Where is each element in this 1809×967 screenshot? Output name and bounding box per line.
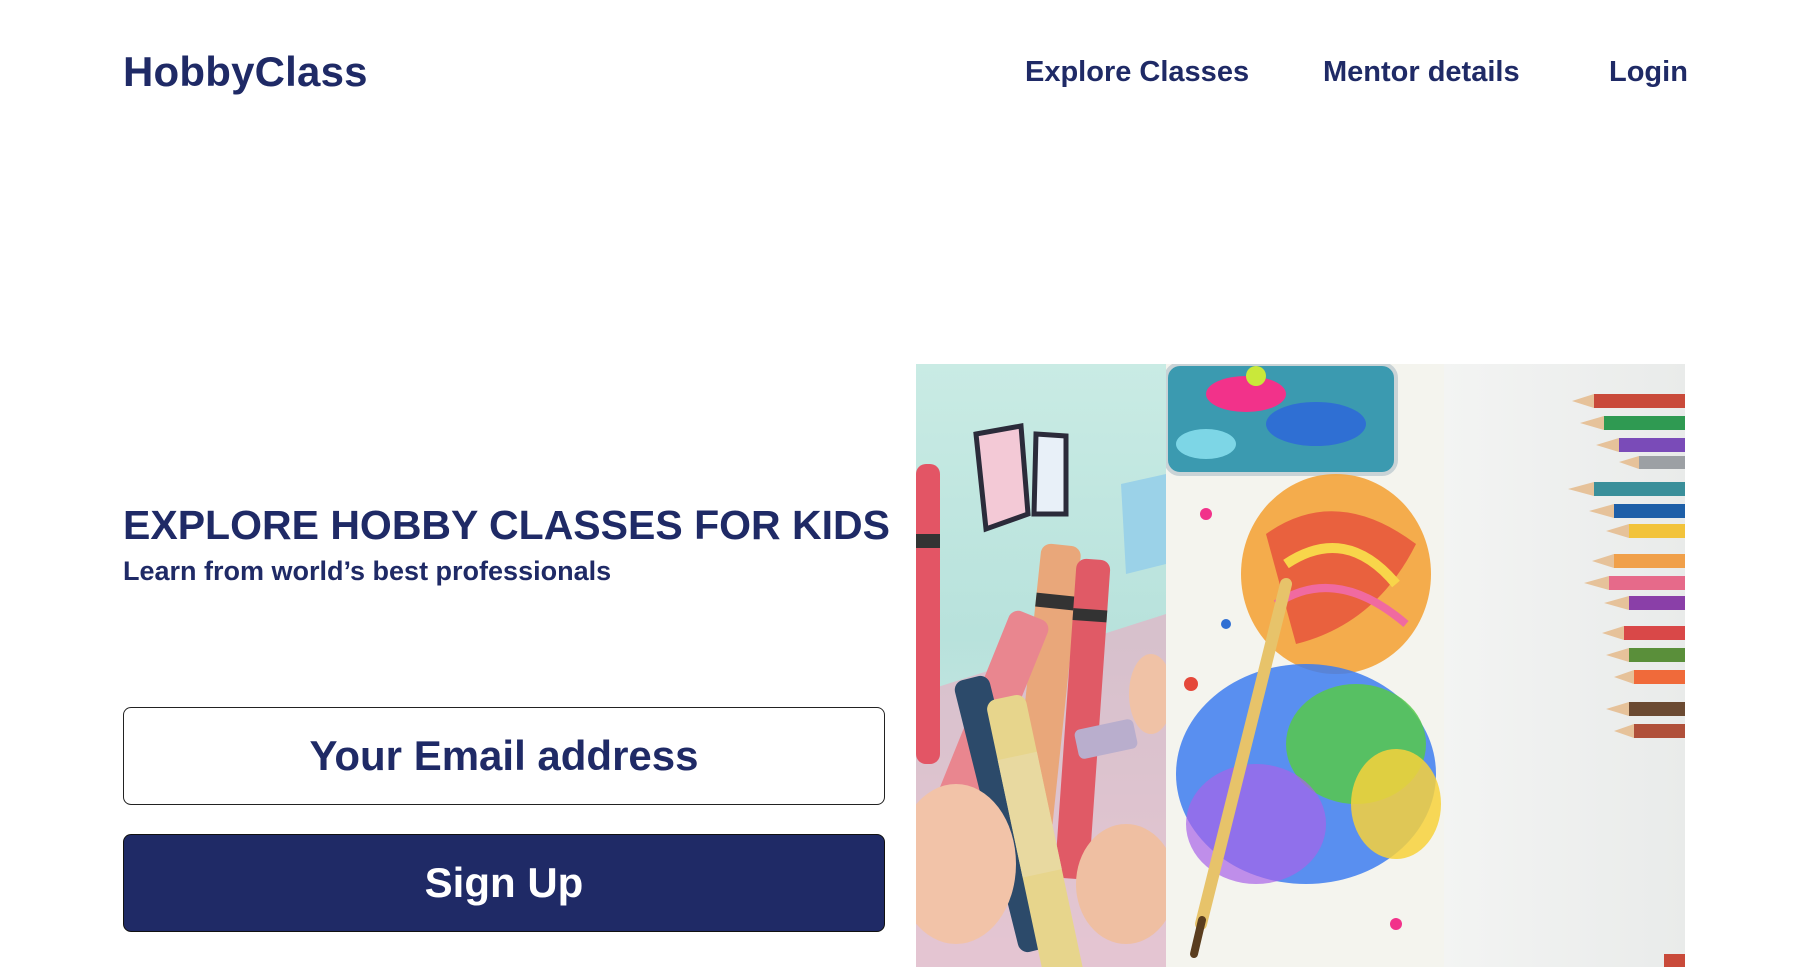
nav-login[interactable]: Login xyxy=(1609,56,1688,89)
paint-splatter-image xyxy=(1166,364,1444,967)
email-input[interactable] xyxy=(123,707,885,805)
crayons-image xyxy=(916,364,1166,967)
nav-mentor-details[interactable]: Mentor details xyxy=(1323,56,1520,89)
nav-explore-classes[interactable]: Explore Classes xyxy=(1025,56,1249,89)
hero-title: EXPLORE HOBBY CLASSES FOR KIDS xyxy=(123,502,890,548)
signup-button[interactable]: Sign Up xyxy=(123,834,885,932)
hero-image-gallery xyxy=(916,364,1685,967)
hero-subtitle: Learn from world’s best professionals xyxy=(123,556,612,586)
site-logo[interactable]: HobbyClass xyxy=(123,48,368,96)
colored-pencils-image xyxy=(1444,364,1685,967)
